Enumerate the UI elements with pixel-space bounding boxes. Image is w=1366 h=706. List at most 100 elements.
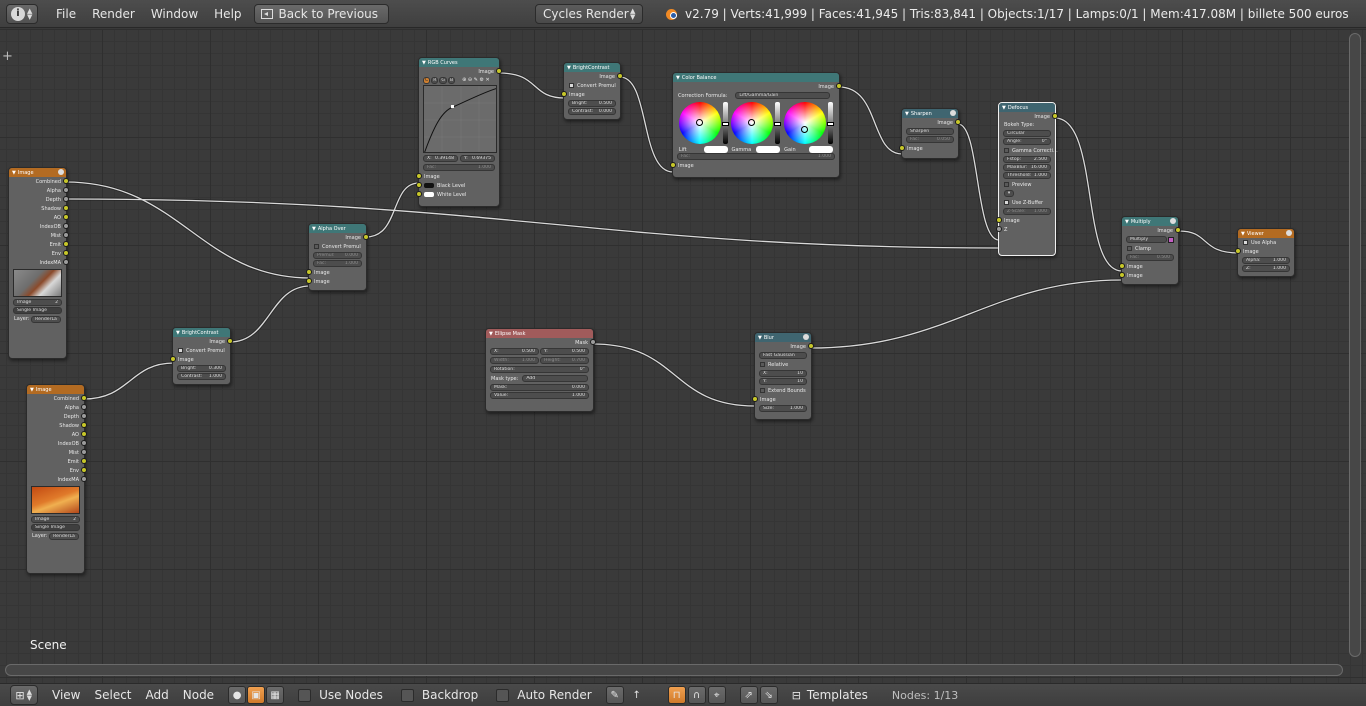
compositing-tree-icon[interactable]: ▣	[247, 686, 266, 704]
menu-node[interactable]: Node	[183, 688, 214, 702]
alpha-over-node[interactable]: ▼ Alpha Over Image Convert Premul Premul:…	[306, 223, 369, 291]
editor-type-button[interactable]: ⊞ ▲ ▼	[10, 685, 38, 705]
bright-field[interactable]: Bright: 0.500	[568, 100, 616, 107]
relative-checkbox[interactable]	[760, 362, 765, 367]
sharpen-node[interactable]: ▼ Sharpen Image Sharpen Fac: 0.050 Image	[899, 108, 961, 159]
output-socket[interactable]	[81, 413, 87, 419]
multiply-mix-node[interactable]: ▼ Multiply Image Multiply Clamp Fac: 0.500…	[1119, 216, 1181, 285]
collapse-arrow-icon[interactable]: ▼	[176, 330, 180, 336]
image-datablock-field[interactable]: Image 2	[13, 299, 62, 306]
input-socket[interactable]	[306, 269, 312, 275]
size-input-field[interactable]: Size: 1.000	[759, 405, 807, 412]
output-socket[interactable]	[81, 467, 87, 473]
collapse-arrow-icon[interactable]: ▼	[676, 75, 680, 81]
collapse-arrow-icon[interactable]: ▼	[905, 111, 909, 117]
output-socket[interactable]	[63, 250, 69, 256]
output-socket[interactable]	[63, 196, 69, 202]
mask-type-select[interactable]: Add	[522, 375, 588, 382]
back-to-previous-button[interactable]: Back to Previous	[253, 3, 390, 24]
clamp-checkbox[interactable]	[1127, 246, 1132, 251]
snap-element-icon[interactable]: ∩	[687, 686, 706, 704]
gamma-correction-checkbox[interactable]	[1004, 148, 1009, 153]
templates-menu[interactable]: Templates	[807, 688, 868, 702]
z-field[interactable]: Z: 1.000	[1242, 265, 1290, 272]
output-socket[interactable]	[808, 343, 814, 349]
image-datablock-field[interactable]: Image 2	[31, 516, 80, 523]
convert-premul-row[interactable]: Convert Premul	[564, 81, 620, 90]
input-socket[interactable]	[170, 356, 176, 362]
output-socket[interactable]	[81, 440, 87, 446]
input-socket[interactable]	[1119, 263, 1125, 269]
preview-row[interactable]: Preview	[999, 180, 1055, 189]
mask-input-field[interactable]: Mask: 0.000	[490, 384, 589, 391]
preview-toggle-icon[interactable]	[1170, 218, 1176, 224]
collapse-arrow-icon[interactable]: ▼	[489, 331, 493, 337]
output-socket[interactable]	[81, 476, 87, 482]
preview-toggle-icon[interactable]	[1286, 230, 1292, 236]
output-socket[interactable]	[63, 178, 69, 184]
white-level-swatch[interactable]	[424, 192, 434, 197]
premul-field[interactable]: Premul: 0.000	[313, 252, 362, 259]
fac-field[interactable]: Fac: 0.500	[1126, 254, 1174, 261]
collapse-arrow-icon[interactable]: ▼	[312, 226, 316, 232]
node-header[interactable]: ▼ RGB Curves	[419, 58, 499, 67]
preview-toggle-icon[interactable]	[803, 334, 809, 340]
lift-value-slider[interactable]	[721, 102, 729, 144]
output-socket[interactable]	[63, 187, 69, 193]
use-alpha-icon[interactable]	[1168, 236, 1174, 243]
input-socket[interactable]	[670, 162, 676, 168]
zscale-field[interactable]: Z-Scale: 1.000	[1003, 208, 1051, 215]
defocus-node[interactable]: ▼ Defocus Image Bokeh Type: Circular Angl…	[996, 102, 1058, 256]
output-socket[interactable]	[617, 73, 623, 79]
texture-tree-icon[interactable]: ▦	[266, 686, 285, 704]
parent-tree-icon[interactable]: ↑	[628, 686, 646, 704]
size-y-field[interactable]: Y: 10	[759, 378, 807, 385]
fac-field[interactable]: Fac: 1.000	[677, 153, 835, 160]
collapse-arrow-icon[interactable]: ▼	[1241, 231, 1245, 237]
pin-icon[interactable]: ✎	[605, 686, 624, 704]
rotation-field[interactable]: Rotation: 0°	[490, 366, 589, 373]
output-socket[interactable]	[227, 338, 233, 344]
extend-bounds-row[interactable]: Extend Bounds	[755, 386, 811, 395]
output-socket[interactable]	[63, 205, 69, 211]
paste-icon[interactable]: ⇘	[759, 686, 778, 704]
correction-formula-select[interactable]: Lift/Gamma/Gain	[735, 92, 830, 99]
node-header[interactable]: ▼ Blur	[755, 333, 811, 342]
collapse-arrow-icon[interactable]: ▼	[422, 60, 426, 66]
node-header[interactable]: ▼ Viewer	[1238, 229, 1294, 238]
node-header[interactable]: ▼ BrightContrast	[173, 328, 230, 337]
output-socket[interactable]	[81, 449, 87, 455]
use-nodes-checkbox[interactable]	[298, 688, 312, 702]
angle-field[interactable]: Angle: 0°	[1003, 138, 1051, 145]
output-socket[interactable]	[63, 259, 69, 265]
output-socket[interactable]	[590, 339, 596, 345]
auto-render-toggle[interactable]: Auto Render	[496, 688, 592, 702]
collapse-arrow-icon[interactable]: ▼	[12, 170, 16, 176]
bokeh-type-select[interactable]: Circular	[1003, 130, 1051, 137]
tab-green[interactable]: G	[439, 76, 447, 84]
snap-icon[interactable]: ⊓	[667, 686, 686, 704]
lift-color-swatch[interactable]	[703, 146, 728, 153]
output-socket[interactable]	[81, 431, 87, 437]
vertical-scrollbar[interactable]	[1349, 33, 1361, 657]
add-region-icon[interactable]: +	[2, 49, 13, 64]
snap-target-icon[interactable]: ⌖	[707, 686, 726, 704]
curve-point[interactable]	[451, 105, 454, 108]
convert-premul-checkbox[interactable]	[314, 244, 319, 249]
blur-node[interactable]: ▼ Blur Image Fast Gaussian Relative X: 10 …	[752, 332, 814, 420]
black-level-swatch[interactable]	[424, 183, 434, 188]
extend-bounds-checkbox[interactable]	[760, 388, 765, 393]
fac-field[interactable]: Fac: 1.000	[313, 260, 362, 267]
use-zbuffer-checkbox[interactable]	[1004, 200, 1009, 205]
convert-premul-row[interactable]: Convert Premul	[309, 242, 366, 251]
gain-color-swatch[interactable]	[809, 146, 834, 153]
contrast-field[interactable]: Contrast: 1.000	[177, 373, 226, 380]
lift-color-wheel[interactable]	[678, 102, 721, 144]
collapse-arrow-icon[interactable]: ▼	[758, 335, 762, 341]
use-nodes-toggle[interactable]: Use Nodes	[298, 688, 383, 702]
gain-value-slider[interactable]	[827, 102, 835, 144]
output-socket[interactable]	[836, 83, 842, 89]
node-header[interactable]: ▼ Image	[9, 168, 66, 177]
copy-icon[interactable]: ⇗	[739, 686, 758, 704]
use-alpha-checkbox[interactable]	[1243, 240, 1248, 245]
